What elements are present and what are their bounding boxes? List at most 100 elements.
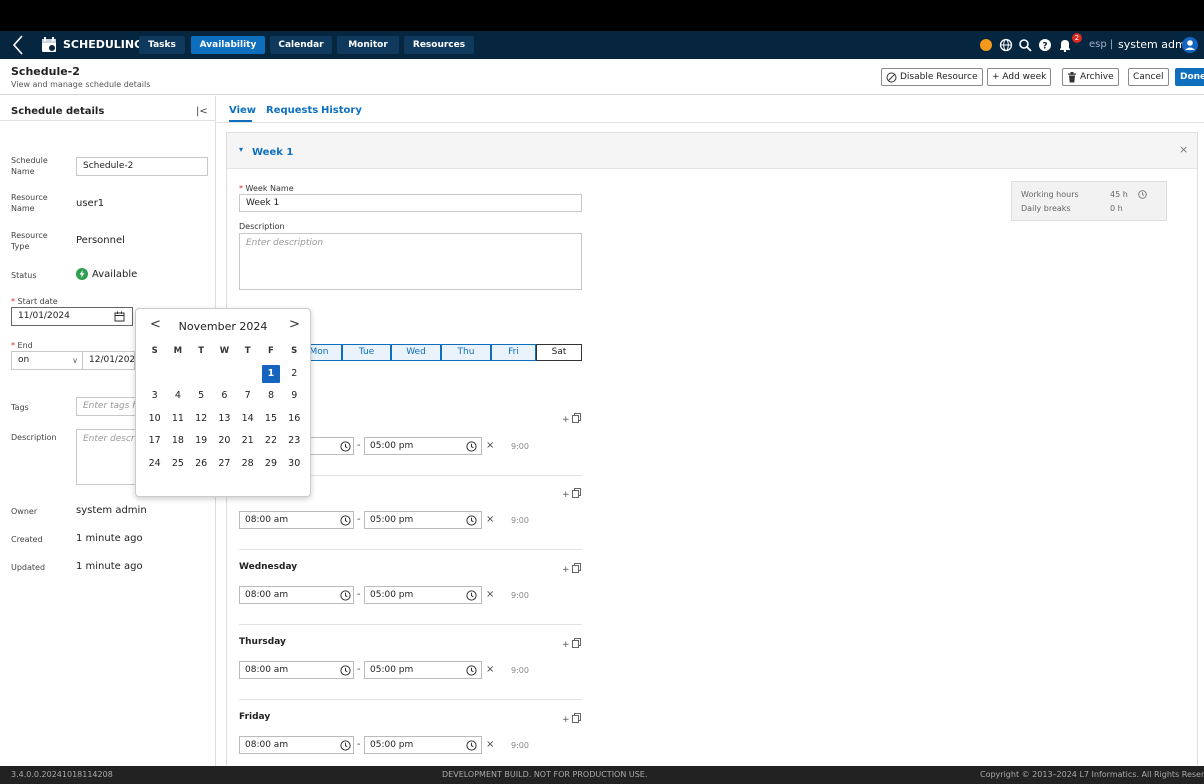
copy-icon[interactable] <box>572 713 582 725</box>
remove-slot-icon[interactable]: × <box>486 440 494 451</box>
end-time-input[interactable]: 05:00 pm <box>364 736 482 754</box>
tab-requests[interactable]: Requests <box>266 105 318 116</box>
search-icon[interactable] <box>1018 38 1032 52</box>
copy-icon[interactable] <box>572 488 582 500</box>
archive-button[interactable]: Archive <box>1062 68 1119 86</box>
daily-breaks-label: Daily breaks <box>1021 204 1071 213</box>
calendar-day[interactable]: 29 <box>259 453 282 476</box>
calendar-day[interactable]: 7 <box>236 385 259 408</box>
divider <box>239 699 582 700</box>
help-icon[interactable]: ? <box>1038 38 1052 52</box>
tab-view[interactable]: View <box>229 105 256 116</box>
calendar-day[interactable]: 6 <box>213 385 236 408</box>
end-date-input[interactable]: 12/01/2024 <box>83 351 135 370</box>
copy-icon[interactable] <box>572 638 582 650</box>
add-icon[interactable]: + <box>562 490 570 500</box>
clock-icon <box>340 515 351 526</box>
calendar-day[interactable]: 9 <box>283 385 306 408</box>
schedule-name-input[interactable]: Schedule-2 <box>76 157 208 176</box>
globe-icon[interactable] <box>999 38 1013 52</box>
calendar-day[interactable]: 3 <box>143 385 166 408</box>
resource-type-label: Resource Type <box>11 231 48 251</box>
add-icon[interactable]: + <box>562 415 570 425</box>
remove-slot-icon[interactable]: × <box>486 514 494 525</box>
calendar-day[interactable]: 24 <box>143 453 166 476</box>
tab-resources[interactable]: Resources <box>404 36 474 54</box>
bell-icon[interactable] <box>1058 38 1072 52</box>
calendar-day[interactable]: 26 <box>190 453 213 476</box>
tab-calendar[interactable]: Calendar <box>270 36 332 54</box>
end-mode-select[interactable]: on ∨ <box>11 351 83 370</box>
day-tab-wed[interactable]: Wed <box>391 344 441 361</box>
page-subtitle: View and manage schedule details <box>11 80 151 89</box>
page-title: Schedule-2 <box>11 65 80 78</box>
calendar-day[interactable]: 14 <box>236 408 259 431</box>
calendar-day[interactable]: 8 <box>259 385 282 408</box>
calendar-day[interactable]: 12 <box>190 408 213 431</box>
calendar-day[interactable]: 27 <box>213 453 236 476</box>
start-time-input[interactable]: 08:00 am <box>239 511 354 529</box>
calendar-icon[interactable] <box>114 311 125 322</box>
user-avatar-icon[interactable] <box>1182 37 1198 53</box>
cancel-button[interactable]: Cancel <box>1128 68 1169 86</box>
end-time-input[interactable]: 05:00 pm <box>364 511 482 529</box>
calendar-day[interactable]: 19 <box>190 430 213 453</box>
tab-availability[interactable]: Availability <box>191 36 265 54</box>
calendar-day[interactable]: 28 <box>236 453 259 476</box>
disable-resource-button[interactable]: Disable Resource <box>881 68 983 86</box>
description-textarea[interactable]: Enter descri <box>76 429 136 485</box>
tab-tasks[interactable]: Tasks <box>139 36 185 54</box>
calendar-day[interactable]: 4 <box>166 385 189 408</box>
tab-history[interactable]: History <box>321 105 362 116</box>
calendar-day[interactable]: 17 <box>143 430 166 453</box>
copy-icon[interactable] <box>572 563 582 575</box>
end-time-input[interactable]: 05:00 pm <box>364 586 482 604</box>
calendar-day[interactable]: 15 <box>259 408 282 431</box>
back-chevron-icon[interactable] <box>8 34 30 56</box>
status-dot-icon[interactable] <box>980 39 992 51</box>
next-month-icon[interactable]: > <box>289 317 300 332</box>
calendar-day[interactable]: 1 <box>259 363 282 386</box>
close-icon[interactable]: × <box>1179 143 1188 156</box>
add-icon[interactable]: + <box>562 640 570 650</box>
add-icon[interactable]: + <box>562 715 570 725</box>
chevron-down-icon[interactable]: ▾ <box>239 145 243 154</box>
calendar-day[interactable]: 2 <box>283 363 306 386</box>
week-name-input[interactable]: Week 1 <box>239 194 582 212</box>
calendar-day[interactable]: 10 <box>143 408 166 431</box>
remove-slot-icon[interactable]: × <box>486 739 494 750</box>
add-icon[interactable]: + <box>562 565 570 575</box>
start-time-input[interactable]: 08:00 am <box>239 661 354 679</box>
calendar-day[interactable]: 13 <box>213 408 236 431</box>
collapse-panel-icon[interactable]: |< <box>196 106 208 117</box>
tab-monitor[interactable]: Monitor <box>337 36 399 54</box>
calendar-day[interactable]: 5 <box>190 385 213 408</box>
tags-input[interactable]: Enter tags he <box>76 397 136 416</box>
language-selector[interactable]: esp | <box>1089 39 1113 50</box>
start-time-input[interactable]: 08:00 am <box>239 736 354 754</box>
calendar-day[interactable]: 16 <box>283 408 306 431</box>
calendar-day[interactable]: 11 <box>166 408 189 431</box>
copy-icon[interactable] <box>572 413 582 425</box>
day-tab-fri[interactable]: Fri <box>491 344 536 361</box>
calendar-day[interactable]: 20 <box>213 430 236 453</box>
working-hours-value: 45 h <box>1110 190 1128 199</box>
remove-slot-icon[interactable]: × <box>486 589 494 600</box>
calendar-day[interactable]: 18 <box>166 430 189 453</box>
calendar-day[interactable]: 30 <box>283 453 306 476</box>
day-tab-thu[interactable]: Thu <box>441 344 491 361</box>
calendar-day[interactable]: 21 <box>236 430 259 453</box>
week-description-textarea[interactable]: Enter description <box>239 233 582 290</box>
done-button[interactable]: Done <box>1175 68 1204 86</box>
end-time-input[interactable]: 05:00 pm <box>364 437 482 455</box>
day-tab-tue[interactable]: Tue <box>342 344 391 361</box>
calendar-day[interactable]: 25 <box>166 453 189 476</box>
add-week-button[interactable]: + Add week <box>987 68 1052 86</box>
start-time-input[interactable]: 08:00 am <box>239 586 354 604</box>
remove-slot-icon[interactable]: × <box>486 664 494 675</box>
calendar-day[interactable]: 22 <box>259 430 282 453</box>
calendar-day[interactable]: 23 <box>283 430 306 453</box>
end-time-input[interactable]: 05:00 pm <box>364 661 482 679</box>
week-card-header[interactable]: ▾ Week 1 × <box>227 133 1197 169</box>
day-tab-sat[interactable]: Sat <box>536 344 582 361</box>
